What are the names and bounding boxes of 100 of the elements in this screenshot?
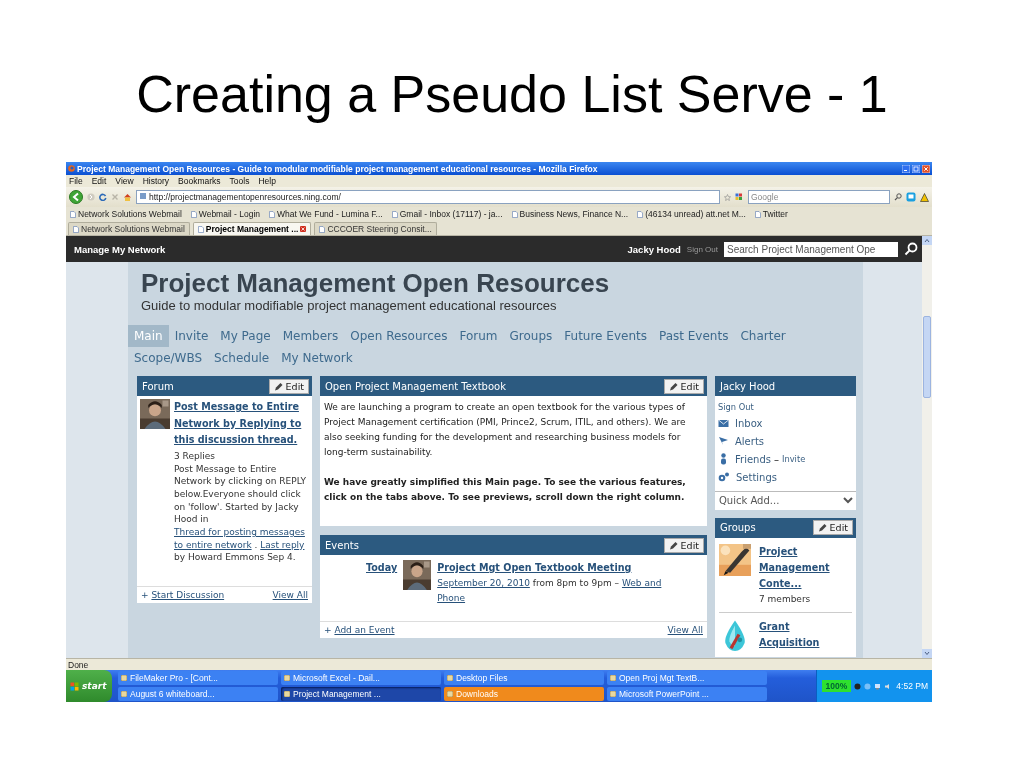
taskbar-button[interactable]: Microsoft Excel - Dail... (281, 671, 441, 685)
triangle-icon[interactable] (920, 192, 929, 202)
panel-title: Groups (720, 522, 756, 533)
app-icon (447, 691, 453, 697)
browser-tab[interactable]: Project Management ... (192, 222, 312, 235)
nav-tab[interactable]: Forum (453, 325, 504, 347)
taskbar-button[interactable]: Open Proj Mgt TextB... (607, 671, 767, 685)
web-search-field[interactable]: Google (748, 190, 890, 204)
user-name[interactable]: Jacky Hood (627, 243, 681, 255)
bookmark[interactable]: Network Solutions Webmail (68, 209, 184, 219)
url-field[interactable]: http://projectmanagementopenresources.ning.com/ (136, 190, 720, 204)
menu-item[interactable]: Bookmarks (178, 176, 221, 186)
menu-item[interactable]: View (115, 176, 134, 186)
taskbar-button[interactable]: Microsoft PowerPoint ... (607, 687, 767, 701)
edit-button[interactable]: Edit (812, 520, 853, 535)
page-icon (319, 225, 326, 233)
bookmark[interactable]: Gmail - Inbox (17117) - ja... (389, 209, 505, 219)
link[interactable]: Last reply (260, 539, 305, 550)
discussion-link[interactable]: Post Message to Entire Network by Replying to this discussion thread. (174, 399, 309, 449)
taskbar-button[interactable]: Project Management ... (281, 687, 441, 701)
site-search-field[interactable]: Search Project Management Ope (724, 241, 898, 257)
maximize-button[interactable] (912, 164, 920, 173)
edit-button[interactable]: Edit (268, 378, 309, 394)
edit-button[interactable]: Edit (663, 537, 704, 553)
app-icon (610, 675, 616, 681)
profile-link[interactable]: Inbox (735, 417, 763, 429)
chat-icon[interactable] (906, 192, 916, 202)
menu-item[interactable]: History (142, 176, 170, 186)
star-icon[interactable] (724, 193, 731, 201)
link[interactable]: September 20, 2010 (437, 578, 530, 588)
site-icon (140, 192, 146, 199)
page-icon (637, 210, 644, 218)
paragraph: We have greatly simplified this Main page. To see the various features, click on the tabs above. To see previews, scroll down the right column. (324, 476, 687, 504)
menu-item[interactable]: Edit (91, 176, 107, 186)
add-event-link[interactable]: + Add an Event (324, 625, 395, 635)
bookmark[interactable]: (46134 unread) att.net M... (635, 209, 748, 219)
bookmark[interactable]: Business News, Finance N... (509, 209, 631, 219)
browser-tab[interactable]: Network Solutions Webmail (68, 222, 190, 235)
speaker-icon[interactable] (884, 682, 892, 690)
taskbar-button[interactable]: August 6 whiteboard... (118, 687, 278, 701)
network-menu[interactable]: Manage My Network (74, 243, 622, 255)
link[interactable]: Phone (437, 593, 466, 603)
menu-item[interactable]: File (69, 176, 83, 186)
bookmark[interactable]: Webmail - Login (188, 209, 263, 219)
profile-link[interactable]: Settings (736, 471, 777, 483)
nav-tab[interactable]: My Network (275, 347, 359, 369)
nav-tab[interactable]: Future Events (558, 325, 653, 347)
site-title: Project Management Open Resources (141, 268, 611, 298)
bookmark[interactable]: What We Fund - Lumina F... (267, 209, 385, 219)
scrollbar-thumb[interactable] (923, 316, 931, 398)
nav-tab[interactable]: Schedule (208, 347, 276, 369)
edit-button[interactable]: Edit (663, 378, 704, 394)
nav-tab[interactable]: Past Events (652, 325, 735, 347)
scroll-up-icon[interactable] (922, 236, 932, 245)
group-link[interactable]: Grant Acquisition (759, 618, 849, 651)
link[interactable]: Web and (621, 578, 662, 588)
day-link[interactable]: Today (366, 560, 398, 621)
scroll-down-icon[interactable] (922, 649, 932, 658)
nav-tab[interactable]: Charter (734, 325, 792, 347)
member-count: 7 members (759, 592, 812, 606)
link[interactable]: to entire network (174, 539, 252, 550)
menu-item[interactable]: Tools (229, 176, 250, 186)
reply-count: 3 Replies (174, 449, 216, 463)
envelope-icon (718, 418, 729, 428)
link[interactable]: Thread for posting messages (174, 527, 305, 537)
sign-out-link[interactable]: Sign Out (686, 244, 718, 254)
browser-tab[interactable]: CCCOER Steering Consit... (314, 222, 437, 235)
app-icon (284, 691, 290, 697)
taskbar-button[interactable]: FileMaker Pro - [Cont... (118, 671, 278, 685)
panel-title: Open Project Management Textbook (325, 380, 506, 392)
view-all-link[interactable]: View All (667, 625, 703, 635)
nav-tab[interactable]: Invite (168, 325, 215, 347)
menu-item[interactable]: Help (258, 176, 276, 186)
group-link[interactable]: Project Management Conte... (759, 543, 849, 592)
nav-tab[interactable]: My Page (214, 325, 277, 347)
nav-tab[interactable]: Scope/WBS (128, 347, 209, 369)
home-button[interactable] (123, 193, 132, 201)
search-engine-icon[interactable] (735, 193, 744, 201)
minimize-button[interactable] (902, 164, 910, 173)
close-icon[interactable] (300, 226, 307, 232)
profile-link[interactable]: Friends (735, 453, 771, 465)
view-all-link[interactable]: View All (272, 590, 308, 600)
network-icon[interactable] (874, 682, 882, 690)
pencil-icon (668, 381, 678, 391)
profile-link[interactable]: Alerts (735, 435, 764, 447)
back-button[interactable] (69, 190, 83, 204)
reload-button[interactable] (99, 193, 107, 201)
start-discussion-link[interactable]: + Start Discussion (141, 590, 225, 600)
nav-tab[interactable]: Open Resources (344, 325, 454, 347)
bookmark[interactable]: Twitter (752, 209, 790, 219)
event-title-link[interactable]: Project Mgt Open Textbook Meeting (437, 560, 688, 576)
invite-link[interactable]: Invite (781, 454, 806, 464)
nav-tab[interactable]: Groups (503, 325, 559, 347)
status-text: Done (68, 659, 89, 670)
panel-title: Events (325, 539, 359, 551)
search-icon[interactable] (904, 242, 918, 256)
taskbar-button[interactable]: Desktop Files (444, 671, 604, 685)
nav-tab[interactable]: Members (276, 325, 345, 347)
close-button[interactable] (922, 164, 930, 173)
sign-out-link[interactable]: Sign Out (715, 396, 856, 414)
